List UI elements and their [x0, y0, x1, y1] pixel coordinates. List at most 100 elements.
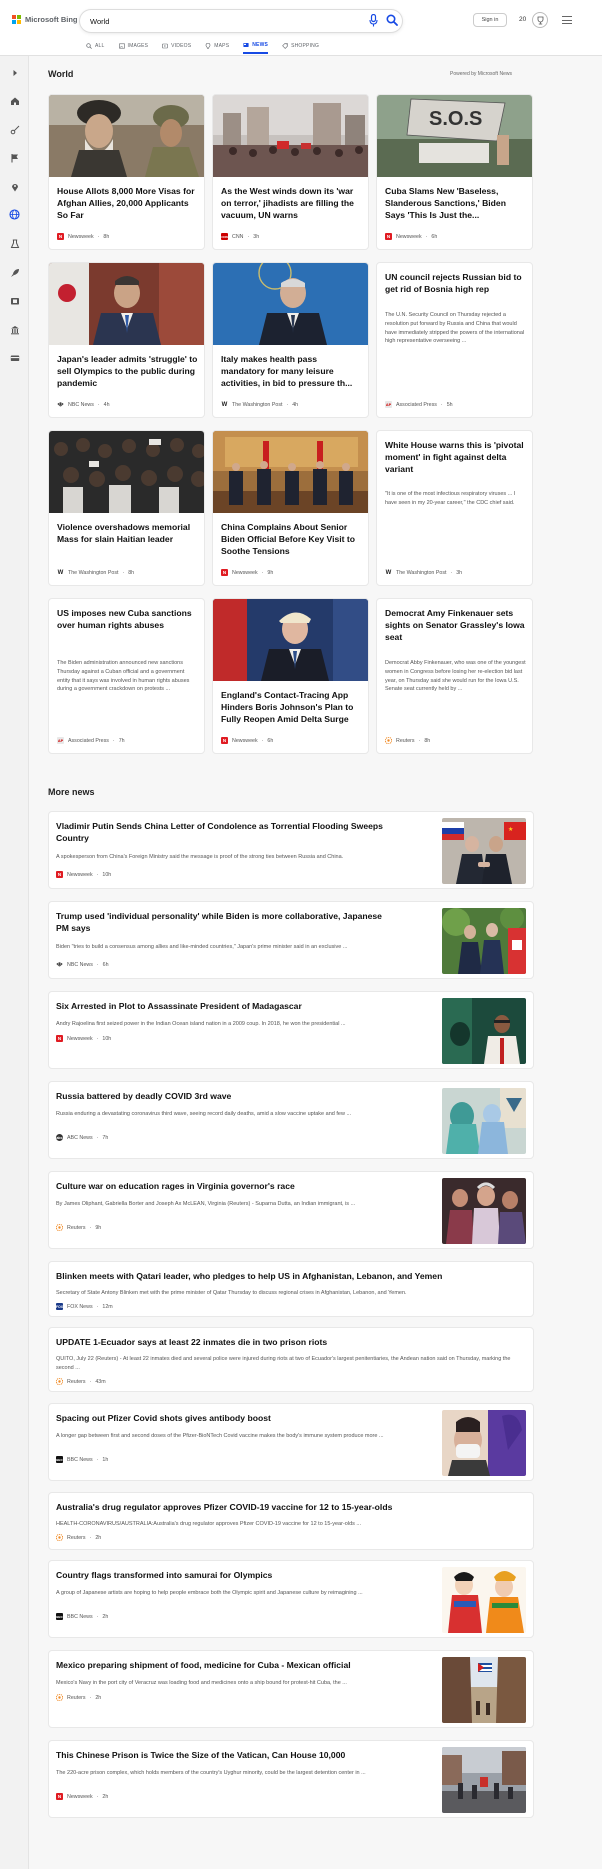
news-card-title[interactable]: Japan's leader admits 'struggle' to sell…: [57, 353, 199, 390]
tab-shopping[interactable]: SHOPPING: [282, 40, 319, 54]
list-item[interactable]: Country flags transformed into samurai f…: [48, 1560, 534, 1638]
list-item-title[interactable]: Trump used 'individual personality' whil…: [56, 910, 396, 934]
list-item[interactable]: Australia's drug regulator approves Pfiz…: [48, 1492, 534, 1550]
list-item-title[interactable]: UPDATE 1-Ecuador says at least 22 inmate…: [56, 1336, 522, 1348]
news-card[interactable]: England's Contact-Tracing App Hinders Bo…: [212, 598, 369, 754]
list-item[interactable]: Trump used 'individual personality' whil…: [48, 901, 534, 979]
tab-images[interactable]: IMAGES: [118, 40, 149, 54]
news-card[interactable]: As the West winds down its 'war on terro…: [212, 94, 369, 250]
film-icon[interactable]: [8, 294, 21, 307]
search-input[interactable]: [90, 13, 360, 29]
source-name: The Washington Post: [232, 401, 283, 408]
publish-time: 8h: [128, 569, 135, 576]
bank-icon[interactable]: [8, 323, 21, 336]
list-item-snippet: A group of Japanese artists are hoping t…: [56, 1590, 363, 1596]
list-item-title[interactable]: Culture war on education rages in Virgin…: [56, 1180, 396, 1192]
news-card-title[interactable]: England's Contact-Tracing App Hinders Bo…: [221, 689, 363, 726]
list-item-title[interactable]: Spacing out Pfizer Covid shots gives ant…: [56, 1412, 396, 1424]
list-item[interactable]: Culture war on education rages in Virgin…: [48, 1171, 534, 1249]
svg-text:★: ★: [508, 826, 513, 833]
list-item[interactable]: Mexico preparing shipment of food, medic…: [48, 1650, 534, 1728]
publish-time: 8h: [424, 737, 431, 744]
bing-logo[interactable]: Microsoft Bing: [12, 15, 78, 24]
globe-icon[interactable]: [8, 208, 21, 221]
news-card-text[interactable]: US imposes new Cuba sanctions over human…: [48, 598, 205, 754]
news-card-title[interactable]: US imposes new Cuba sanctions over human…: [57, 607, 199, 631]
publish-time: 2h: [102, 1613, 109, 1620]
news-card[interactable]: House Allots 8,000 More Visas for Afghan…: [48, 94, 205, 250]
list-item-title[interactable]: Mexico preparing shipment of food, medic…: [56, 1659, 396, 1671]
rewards-trophy-icon[interactable]: [532, 12, 548, 28]
news-source: Reuters · 9h: [56, 1224, 101, 1231]
list-item-title[interactable]: Six Arrested in Plot to Assassinate Pres…: [56, 1000, 396, 1012]
news-card-title[interactable]: As the West winds down its 'war on terro…: [221, 185, 363, 222]
section-title-world: World: [48, 69, 74, 79]
search-icon[interactable]: [386, 14, 398, 26]
sign-in-button[interactable]: Sign in: [473, 13, 507, 27]
news-card-text[interactable]: Democrat Amy Finkenauer sets sights on S…: [376, 598, 533, 754]
news-card-title[interactable]: Democrat Amy Finkenauer sets sights on S…: [385, 607, 527, 644]
list-item[interactable]: Russia battered by deadly COVID 3rd wave…: [48, 1081, 534, 1159]
news-card-title[interactable]: UN council rejects Russian bid to get ri…: [385, 271, 527, 295]
news-image: [49, 431, 204, 513]
publish-time: 4h: [103, 401, 110, 408]
list-item[interactable]: Six Arrested in Plot to Assassinate Pres…: [48, 991, 534, 1069]
tab-news[interactable]: NEWS: [243, 40, 269, 54]
tab-videos[interactable]: VIDEOS: [162, 40, 191, 54]
news-card-title[interactable]: House Allots 8,000 More Visas for Afghan…: [57, 185, 199, 222]
newsweek-logo-icon: N: [56, 871, 63, 878]
tab-all[interactable]: ALL: [86, 40, 105, 54]
tab-maps[interactable]: MAPS: [205, 40, 229, 54]
sports-icon[interactable]: [8, 123, 21, 136]
source-name: Newsweek: [67, 1793, 93, 1800]
list-item-title[interactable]: Russia battered by deadly COVID 3rd wave: [56, 1090, 396, 1102]
source-name: Associated Press: [396, 401, 437, 408]
rocket-icon[interactable]: [8, 266, 21, 279]
list-item[interactable]: Spacing out Pfizer Covid shots gives ant…: [48, 1403, 534, 1481]
list-item-title[interactable]: Country flags transformed into samurai f…: [56, 1569, 396, 1581]
newsweek-logo-icon: N: [56, 1035, 63, 1042]
list-item[interactable]: UPDATE 1-Ecuador says at least 22 inmate…: [48, 1327, 534, 1392]
list-item-title[interactable]: Australia's drug regulator approves Pfiz…: [56, 1501, 522, 1513]
news-card[interactable]: S.O.S Cuba Slams New 'Baseless, Slandero…: [376, 94, 533, 250]
source-name: CNN: [232, 233, 244, 240]
news-card-title[interactable]: White House warns this is 'pivotal momen…: [385, 439, 527, 476]
powered-by-label[interactable]: Powered by Microsoft News: [450, 71, 512, 77]
list-item[interactable]: Vladimir Putin Sends China Letter of Con…: [48, 811, 534, 889]
expand-arrow-icon[interactable]: [8, 66, 21, 79]
news-card-title[interactable]: China Complains About Senior Biden Offic…: [221, 521, 363, 558]
source-name: BBC News: [67, 1456, 93, 1463]
money-card-icon[interactable]: [8, 351, 21, 364]
news-card[interactable]: Italy makes health pass mandatory for ma…: [212, 262, 369, 418]
reuters-logo-icon: [56, 1694, 63, 1701]
news-image: [213, 95, 368, 177]
location-pin-icon[interactable]: [8, 180, 21, 193]
list-item-title[interactable]: Blinken meets with Qatari leader, who pl…: [56, 1270, 522, 1282]
list-item[interactable]: This Chinese Prison is Twice the Size of…: [48, 1740, 534, 1818]
list-item-title[interactable]: This Chinese Prison is Twice the Size of…: [56, 1749, 396, 1761]
news-card-title[interactable]: Italy makes health pass mandatory for ma…: [221, 353, 363, 390]
news-thumbnail: [442, 998, 526, 1064]
news-thumbnail: [442, 1657, 526, 1723]
home-icon[interactable]: [8, 94, 21, 107]
news-card[interactable]: China Complains About Senior Biden Offic…: [212, 430, 369, 586]
reuters-logo-icon: [56, 1534, 63, 1541]
news-thumbnail: [442, 908, 526, 974]
microphone-icon[interactable]: [369, 14, 378, 27]
news-card-text[interactable]: White House warns this is 'pivotal momen…: [376, 430, 533, 586]
news-card-title[interactable]: Cuba Slams New 'Baseless, Slanderous San…: [385, 185, 527, 222]
list-item-title[interactable]: Vladimir Putin Sends China Letter of Con…: [56, 820, 396, 844]
news-card-snippet: The U.N. Security Council on Thursday re…: [385, 312, 525, 345]
news-card[interactable]: Japan's leader admits 'struggle' to sell…: [48, 262, 205, 418]
list-item[interactable]: Blinken meets with Qatari leader, who pl…: [48, 1261, 534, 1317]
source-name: The Washington Post: [68, 569, 119, 576]
flag-icon[interactable]: [8, 151, 21, 164]
news-card[interactable]: Violence overshadows memorial Mass for s…: [48, 430, 205, 586]
rewards-points[interactable]: 20: [519, 16, 526, 23]
science-icon[interactable]: [8, 237, 21, 250]
news-card-text[interactable]: UN council rejects Russian bid to get ri…: [376, 262, 533, 418]
news-card-title[interactable]: Violence overshadows memorial Mass for s…: [57, 521, 199, 545]
hamburger-menu-icon[interactable]: [562, 16, 572, 24]
news-card-snippet: The Biden administration announced new s…: [57, 660, 190, 693]
search-box[interactable]: [80, 10, 402, 32]
